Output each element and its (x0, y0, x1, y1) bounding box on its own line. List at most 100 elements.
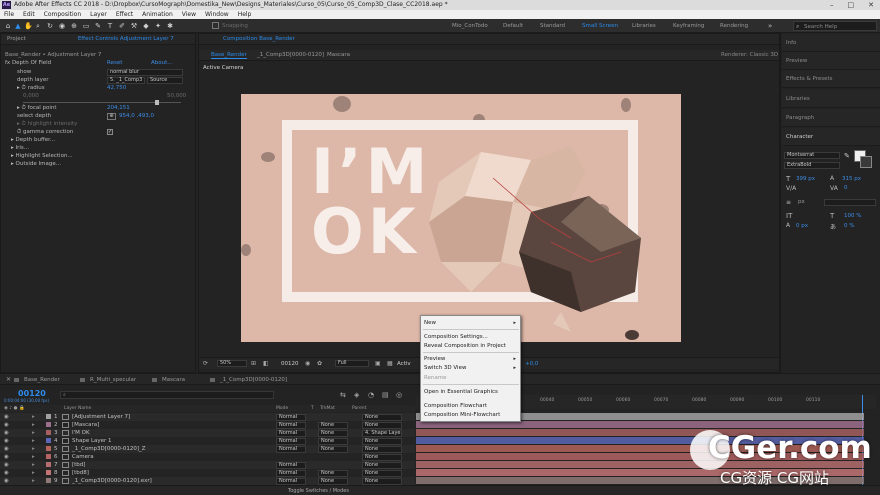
context-menu-item-composition-mini-flowchart[interactable]: Composition Mini-Flowchart (424, 411, 518, 419)
context-menu-item-composition-flowchart[interactable]: Composition Flowchart (424, 402, 518, 410)
layer-label-color[interactable] (46, 462, 51, 467)
visibility-eye-icon[interactable]: ◉ (4, 413, 9, 421)
visibility-eye-icon[interactable]: ◉ (4, 477, 9, 485)
maximize-icon[interactable]: □ (848, 0, 855, 10)
layer-name[interactable]: [Mascara] (72, 421, 99, 429)
layer-row[interactable]: ◉ ▸ 9 _1_Comp3D[0000-0120].exr] Normal None No… (0, 477, 415, 485)
context-menu-item-new[interactable]: New ▸ (424, 319, 518, 327)
context-menu-item-switch-3d-view[interactable]: Switch 3D View ▸ (424, 364, 518, 372)
expand-arrow-icon[interactable]: ▸ (32, 421, 35, 429)
layer-label-color[interactable] (46, 438, 51, 443)
select-depth-value[interactable]: 954,0 ,493,0 (119, 112, 154, 120)
layer-name[interactable]: Camera (72, 453, 94, 461)
layer-duration-bar[interactable] (416, 421, 864, 428)
menu-file[interactable]: File (4, 10, 14, 19)
layer-trkmat-dropdown[interactable]: None (318, 469, 348, 477)
depth-layer-source-dropdown[interactable]: Source (147, 77, 183, 84)
depth-layer-dropdown[interactable]: 5. _1_Comp3 (107, 77, 145, 84)
stroke-style-dropdown[interactable] (824, 199, 876, 206)
comp-panel-title[interactable]: Composition Base_Render (223, 36, 295, 42)
snapshot-icon[interactable]: ◉ (305, 360, 310, 367)
layer-mode-dropdown[interactable]: Normal (276, 469, 306, 477)
visibility-eye-icon[interactable]: ◉ (4, 469, 9, 477)
timeline-tab-mascara[interactable]: Mascara (152, 376, 185, 384)
baseline-shift-value[interactable]: 0 px (796, 223, 808, 229)
col-mode[interactable]: Mode (276, 406, 288, 411)
menu-edit[interactable]: Edit (23, 10, 35, 19)
font-size-value[interactable]: 399 px (796, 176, 815, 182)
layer-label-color[interactable] (46, 478, 51, 483)
context-menu-item-composition-settings[interactable]: Composition Settings... (424, 333, 518, 341)
stamp-tool-icon[interactable]: ⚒ (130, 22, 138, 30)
show-channel-icon[interactable]: ✿ (317, 360, 322, 367)
layer-mode-dropdown[interactable]: Normal (276, 429, 306, 437)
layer-search-field[interactable]: ⌕ (60, 391, 274, 399)
expand-arrow-icon[interactable]: ▸ (32, 453, 35, 461)
always-preview-icon[interactable]: ⟳ (203, 360, 208, 367)
region-of-interest-icon[interactable]: ▣ (375, 360, 381, 367)
layer-parent-dropdown[interactable]: None (362, 477, 402, 485)
menu-animation[interactable]: Animation (142, 10, 173, 19)
col-t[interactable]: T (311, 406, 314, 411)
panel-character[interactable]: Character (782, 128, 880, 146)
layer-row[interactable]: ◉ ▸ 1 [Adjustment Layer 7] Normal None (0, 413, 415, 421)
workspace-menu-icon[interactable]: » (768, 22, 776, 30)
leading-value[interactable]: 315 px (842, 176, 861, 182)
shy-layers-icon[interactable]: ◔ (368, 391, 374, 399)
renderer-label[interactable]: Renderer: Classic 3D (721, 52, 778, 58)
layer-parent-dropdown[interactable]: None (362, 445, 402, 453)
col-trkmat[interactable]: TrkMat (320, 406, 335, 411)
home-icon[interactable]: ⌂ (4, 22, 12, 30)
composition-viewer[interactable]: I’M OK (241, 94, 681, 342)
search-help-field[interactable]: ⌕ Search Help (793, 21, 877, 31)
menu-help[interactable]: Help (238, 10, 252, 19)
visibility-eye-icon[interactable]: ◉ (4, 461, 9, 469)
panel-effects-presets[interactable]: Effects & Presets (782, 70, 880, 88)
layer-mode-dropdown[interactable]: Normal (276, 421, 306, 429)
close-icon[interactable]: ✕ (6, 376, 11, 383)
resolution-dropdown[interactable]: Full (335, 360, 369, 367)
workspace-small-screen[interactable]: Small Screen (582, 23, 618, 29)
panel-paragraph[interactable]: Paragraph (782, 109, 880, 127)
selection-tool-icon[interactable]: ▲ (14, 22, 22, 30)
rotate-tool-icon[interactable]: ↻ (46, 22, 54, 30)
radius-slider-handle[interactable] (155, 100, 159, 105)
layer-mode-dropdown[interactable]: Normal (276, 413, 306, 421)
layer-row[interactable]: ◉ ▸ 5 _1_Comp3D[0000-0120]_Z Normal None None (0, 445, 415, 453)
timeline-tab-multi-specular[interactable]: R_Multi_specular (80, 376, 136, 384)
outside-image-group[interactable]: ▸ Outside Image... (11, 160, 61, 168)
layer-mode-dropdown[interactable]: Normal (276, 445, 306, 453)
transparency-grid-icon[interactable]: ▦ (387, 360, 393, 367)
comp-mini-flowchart-icon[interactable]: ⇆ (340, 391, 346, 399)
depth-buffer-group[interactable]: ▸ Depth buffer... (11, 136, 55, 144)
layer-label-color[interactable] (46, 454, 51, 459)
expand-arrow-icon[interactable]: ▸ (32, 413, 35, 421)
view-label[interactable]: Activ (397, 361, 411, 367)
layer-label-color[interactable] (46, 470, 51, 475)
expand-arrow-icon[interactable]: ▸ (32, 477, 35, 485)
layer-name[interactable]: I'M OK (72, 429, 90, 437)
layer-row[interactable]: ◉ ▸ 2 [Mascara] Normal None None (0, 421, 415, 429)
layer-parent-dropdown[interactable]: None (362, 413, 402, 421)
eyedropper-icon[interactable]: ✎ (844, 152, 850, 160)
context-menu-item-preview[interactable]: Preview ▸ (424, 355, 518, 363)
context-menu-item-open-in-essential-graphics[interactable]: Open in Essential Graphics (424, 388, 518, 396)
menu-layer[interactable]: Layer (90, 10, 107, 19)
tab-effect-controls[interactable]: Effect Controls Adjustment Layer 7 (78, 36, 174, 42)
show-dropdown[interactable]: normal blur (107, 69, 183, 76)
layer-mode-dropdown[interactable]: Normal (276, 437, 306, 445)
col-parent[interactable]: Parent (352, 406, 366, 411)
layer-row[interactable]: ◉ ▸ 3 I'M OK Normal None 4. Shape Laye (0, 429, 415, 437)
grid-icon[interactable]: ⊞ (251, 360, 256, 367)
layer-parent-dropdown[interactable]: None (362, 421, 402, 429)
layer-trkmat-dropdown[interactable]: None (318, 429, 348, 437)
layer-row[interactable]: ◉ ▸ 6 Camera None (0, 453, 415, 461)
menu-view[interactable]: View (182, 10, 196, 19)
timeline-tab-comp3d[interactable]: _1_Comp3D[0000-0120] (210, 376, 287, 384)
close-icon[interactable]: ✕ (868, 0, 874, 10)
layer-trkmat-dropdown[interactable]: None (318, 421, 348, 429)
panel-info[interactable]: Info (782, 34, 880, 52)
expand-arrow-icon[interactable]: ▸ (32, 445, 35, 453)
layer-row[interactable]: ◉ ▸ 8 [tbd8] Normal None None (0, 469, 415, 477)
layer-parent-dropdown[interactable]: None (362, 437, 402, 445)
